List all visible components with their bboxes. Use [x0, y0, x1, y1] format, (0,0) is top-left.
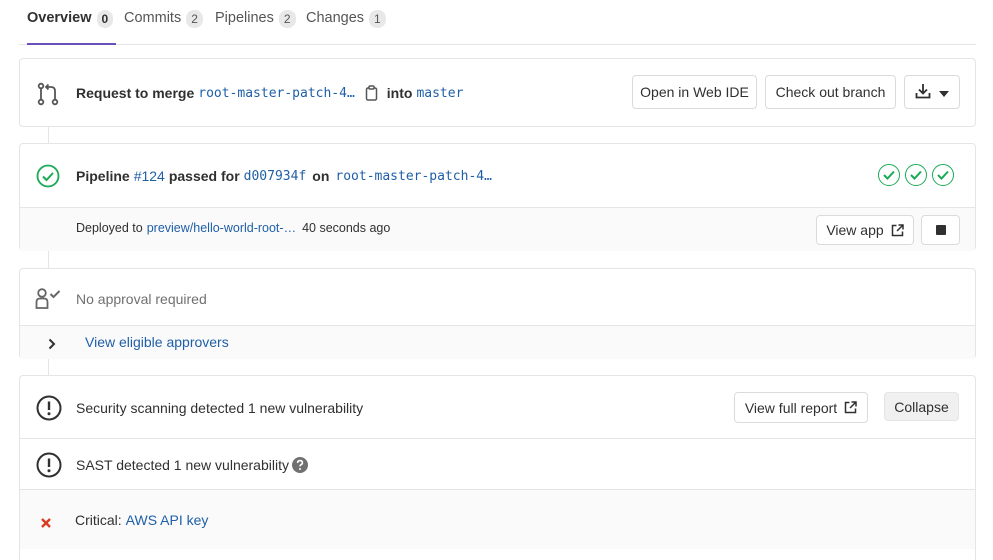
deploy-time: 40 seconds ago: [302, 221, 391, 235]
vulnerability-row: Critical: AWS API key: [20, 489, 975, 549]
tab-pipelines-label: Pipelines: [215, 10, 274, 26]
pipeline-widget: Pipeline #124 passed for d007934f on roo…: [19, 143, 976, 251]
view-full-report-button[interactable]: View full report: [734, 392, 868, 423]
merge-request-summary: Request to merge root-master-patch-4… in…: [76, 83, 463, 103]
tab-pipelines[interactable]: Pipelines 2: [215, 10, 296, 45]
warning-icon: [36, 452, 62, 481]
approval-widget: No approval required View eligible appro…: [19, 268, 976, 359]
deployed-to-label: Deployed to: [76, 221, 143, 235]
widget-connector: [48, 359, 49, 375]
tab-overview[interactable]: Overview 0: [27, 10, 116, 45]
vulnerability-link[interactable]: AWS API key: [126, 512, 209, 528]
view-app-button[interactable]: View app: [816, 215, 914, 245]
stage-success-icon[interactable]: [932, 164, 954, 186]
widget-connector: [48, 251, 49, 268]
tab-changes-label: Changes: [306, 10, 365, 26]
pipeline-id-link[interactable]: #124: [134, 168, 165, 184]
pipeline-stages: [878, 164, 954, 186]
approval-status: No approval required: [76, 291, 207, 307]
tab-changes[interactable]: Changes 1: [306, 10, 386, 45]
checkout-branch-button[interactable]: Check out branch: [765, 75, 896, 109]
stop-environment-button[interactable]: [921, 215, 960, 245]
merge-into-label: into: [386, 85, 413, 101]
copy-branch-icon[interactable]: [365, 85, 379, 101]
download-dropdown-button[interactable]: [904, 75, 960, 109]
collapse-button[interactable]: Collapse: [884, 392, 959, 421]
pipeline-label: Pipeline: [76, 168, 130, 184]
merge-request-icon: [36, 82, 60, 109]
sast-summary: SAST detected 1 new vulnerability: [76, 456, 308, 474]
deployment-row: Deployed to preview/hello-world-root-… 4…: [20, 207, 975, 251]
severity-label: Critical:: [75, 512, 122, 528]
widget-connector: [48, 127, 49, 143]
stage-success-icon[interactable]: [905, 164, 927, 186]
chevron-down-icon: [939, 84, 949, 100]
status-success-icon: [36, 164, 60, 191]
tab-commits-count: 2: [186, 10, 203, 28]
sast-row: SAST detected 1 new vulnerability: [20, 438, 975, 489]
vulnerability-summary: Critical: AWS API key: [75, 511, 208, 529]
commit-sha-link[interactable]: d007934f: [244, 169, 307, 184]
approval-user-icon: [35, 288, 63, 313]
target-branch-link[interactable]: master: [416, 86, 463, 101]
source-branch-link[interactable]: root-master-patch-4…: [198, 86, 355, 101]
critical-severity-icon: [41, 515, 51, 531]
tab-commits[interactable]: Commits 2: [124, 10, 203, 45]
environment-link[interactable]: preview/hello-world-root-…: [147, 221, 296, 235]
view-full-report-label: View full report: [744, 399, 838, 416]
download-icon: [915, 83, 931, 102]
pipeline-branch-link[interactable]: root-master-patch-4…: [335, 169, 492, 184]
security-widget: Security scanning detected 1 new vulnera…: [19, 375, 976, 560]
tab-overview-label: Overview: [27, 10, 92, 26]
tab-commits-label: Commits: [124, 10, 182, 26]
tab-overview-count: 0: [96, 10, 114, 28]
open-web-ide-button[interactable]: Open in Web IDE: [632, 75, 757, 109]
sast-summary-text: SAST detected 1 new vulnerability: [76, 457, 289, 473]
deployment-summary: Deployed to preview/hello-world-root-… 4…: [76, 221, 390, 235]
merge-request-header: Request to merge root-master-patch-4… in…: [19, 58, 976, 127]
view-eligible-approvers-link[interactable]: View eligible approvers: [85, 334, 229, 350]
pipeline-summary: Pipeline #124 passed for d007934f on roo…: [76, 166, 492, 186]
external-link-icon: [891, 223, 904, 237]
tab-changes-count: 1: [369, 10, 386, 28]
help-icon[interactable]: [291, 457, 308, 473]
pipeline-passed-label: passed for: [168, 168, 240, 184]
external-link-icon: [844, 401, 857, 414]
chevron-right-icon[interactable]: [48, 337, 56, 353]
pipeline-on-label: on: [312, 168, 330, 184]
security-summary: Security scanning detected 1 new vulnera…: [76, 400, 364, 416]
stop-icon: [935, 222, 946, 238]
merge-prefix: Request to merge: [76, 85, 195, 101]
eligible-approvers-row[interactable]: View eligible approvers: [20, 325, 975, 359]
merge-request-tabs: Overview 0 Commits 2 Pipelines 2 Changes…: [19, 0, 976, 45]
stage-success-icon[interactable]: [878, 164, 900, 186]
view-app-label: View app: [826, 222, 884, 238]
tab-pipelines-count: 2: [278, 10, 296, 28]
warning-icon: [36, 395, 62, 424]
